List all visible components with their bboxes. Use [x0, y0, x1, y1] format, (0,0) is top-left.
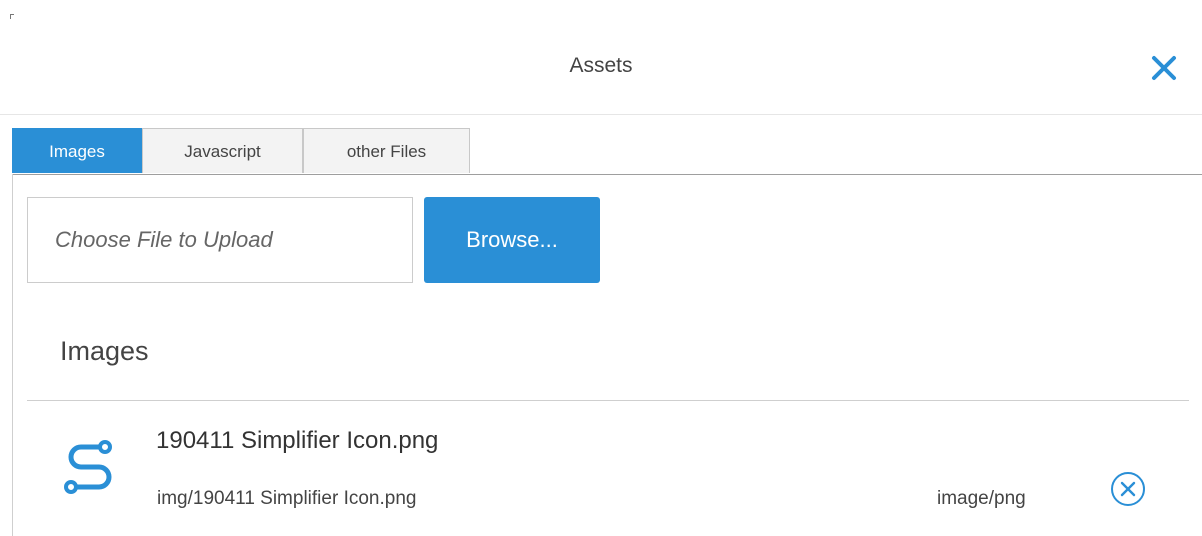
close-x-icon	[1152, 56, 1176, 80]
remove-asset-button[interactable]	[1108, 469, 1148, 509]
asset-tabs: Images Javascript other Files	[12, 128, 1202, 175]
asset-list-item: 190411 Simplifier Icon.png img/190411 Si…	[27, 401, 1189, 536]
file-upload-input[interactable]	[27, 197, 413, 283]
corner-mark	[10, 14, 14, 19]
simplifier-logo-icon	[64, 440, 112, 494]
tab-javascript[interactable]: Javascript	[142, 128, 303, 173]
tab-other-files[interactable]: other Files	[303, 128, 470, 173]
asset-mime-type: image/png	[937, 488, 1026, 509]
dialog-title: Assets	[569, 54, 633, 77]
browse-button[interactable]: Browse...	[424, 197, 600, 283]
asset-name[interactable]: 190411 Simplifier Icon.png	[156, 427, 438, 455]
images-section-title: Images	[60, 336, 149, 366]
circle-x-icon	[1111, 472, 1145, 506]
content-left-border	[12, 174, 13, 536]
asset-path: img/190411 Simplifier Icon.png	[157, 488, 417, 509]
assets-dialog: Assets Images Javascript other Files Bro…	[0, 0, 1202, 536]
tab-images[interactable]: Images	[12, 128, 142, 173]
close-button[interactable]	[1146, 50, 1182, 86]
dialog-header: Assets	[0, 30, 1202, 115]
